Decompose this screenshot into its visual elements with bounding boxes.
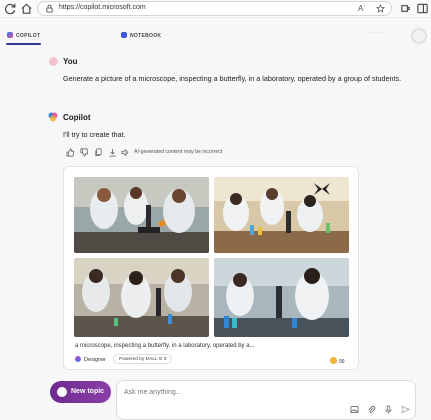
read-aloud-icon[interactable] [121,148,130,157]
boost-coin-icon [330,357,337,364]
microphone-icon[interactable] [384,405,393,414]
boost-count: 99 [339,359,345,365]
generated-image-4[interactable] [214,258,349,337]
notebook-icon [121,32,127,38]
tab-copilot-label: COPILOT [16,33,41,39]
attach-icon[interactable] [367,405,376,414]
copilot-icon [7,32,13,38]
chat-input[interactable]: Ask me anything... [116,380,416,420]
home-icon[interactable] [20,2,33,15]
generated-image-1[interactable] [74,177,209,253]
favorite-star-icon[interactable] [376,4,385,13]
profile-avatar[interactable] [411,28,427,44]
copy-icon[interactable] [94,148,103,157]
lock-icon[interactable] [45,4,54,13]
tab-notebook[interactable]: NOTEBOOK [121,32,161,39]
extensions-icon[interactable] [399,2,412,15]
generated-image-2[interactable] [214,177,349,253]
thumbs-up-icon[interactable] [66,148,75,157]
tab-notebook-label: NOTEBOOK [130,33,162,39]
new-topic-button[interactable]: New topic [50,381,111,403]
assistant-message: I'll try to create that. [63,130,126,139]
user-name: You [63,57,78,66]
thumbs-down-icon[interactable] [80,148,89,157]
generated-image-3[interactable] [74,258,209,337]
url-text[interactable]: https://copilot.microsoft.com [59,4,146,11]
designer-label[interactable]: Designer [75,356,106,363]
send-icon[interactable] [401,405,410,414]
new-topic-label: New topic [71,388,105,395]
browser-toolbar: https://copilot.microsoft.com Aʾ [0,0,431,18]
read-aloud-icon[interactable]: Aʾ [358,4,367,13]
top-tabs: COPILOT NOTEBOOK [0,26,431,46]
tab-copilot[interactable]: COPILOT [7,32,40,39]
ai-disclaimer: AI-generated content may be incorrect [134,149,223,155]
image-upload-icon[interactable] [350,405,359,414]
assistant-name: Copilot [63,113,91,122]
designer-icon [75,356,81,362]
powered-by-badge: Powered by DALL·E 3 [113,354,173,364]
download-icon[interactable] [108,148,117,157]
copilot-logo-icon [48,112,58,122]
active-tab-indicator [6,43,41,45]
chat-input-placeholder: Ask me anything... [124,389,182,396]
designer-text: Designer [84,357,107,363]
boost-counter: 99 [330,357,345,365]
address-bar[interactable]: https://copilot.microsoft.com Aʾ [37,1,392,16]
new-topic-icon [57,387,67,397]
refresh-icon[interactable] [4,2,17,15]
user-avatar [49,57,58,66]
sidebar-icon[interactable] [416,2,429,15]
image-caption: a microscope, inspecting a butterfly, in… [75,343,255,349]
user-message: Generate a picture of a microscope, insp… [63,74,402,83]
account-text[interactable]: ······ ·· [367,30,388,35]
